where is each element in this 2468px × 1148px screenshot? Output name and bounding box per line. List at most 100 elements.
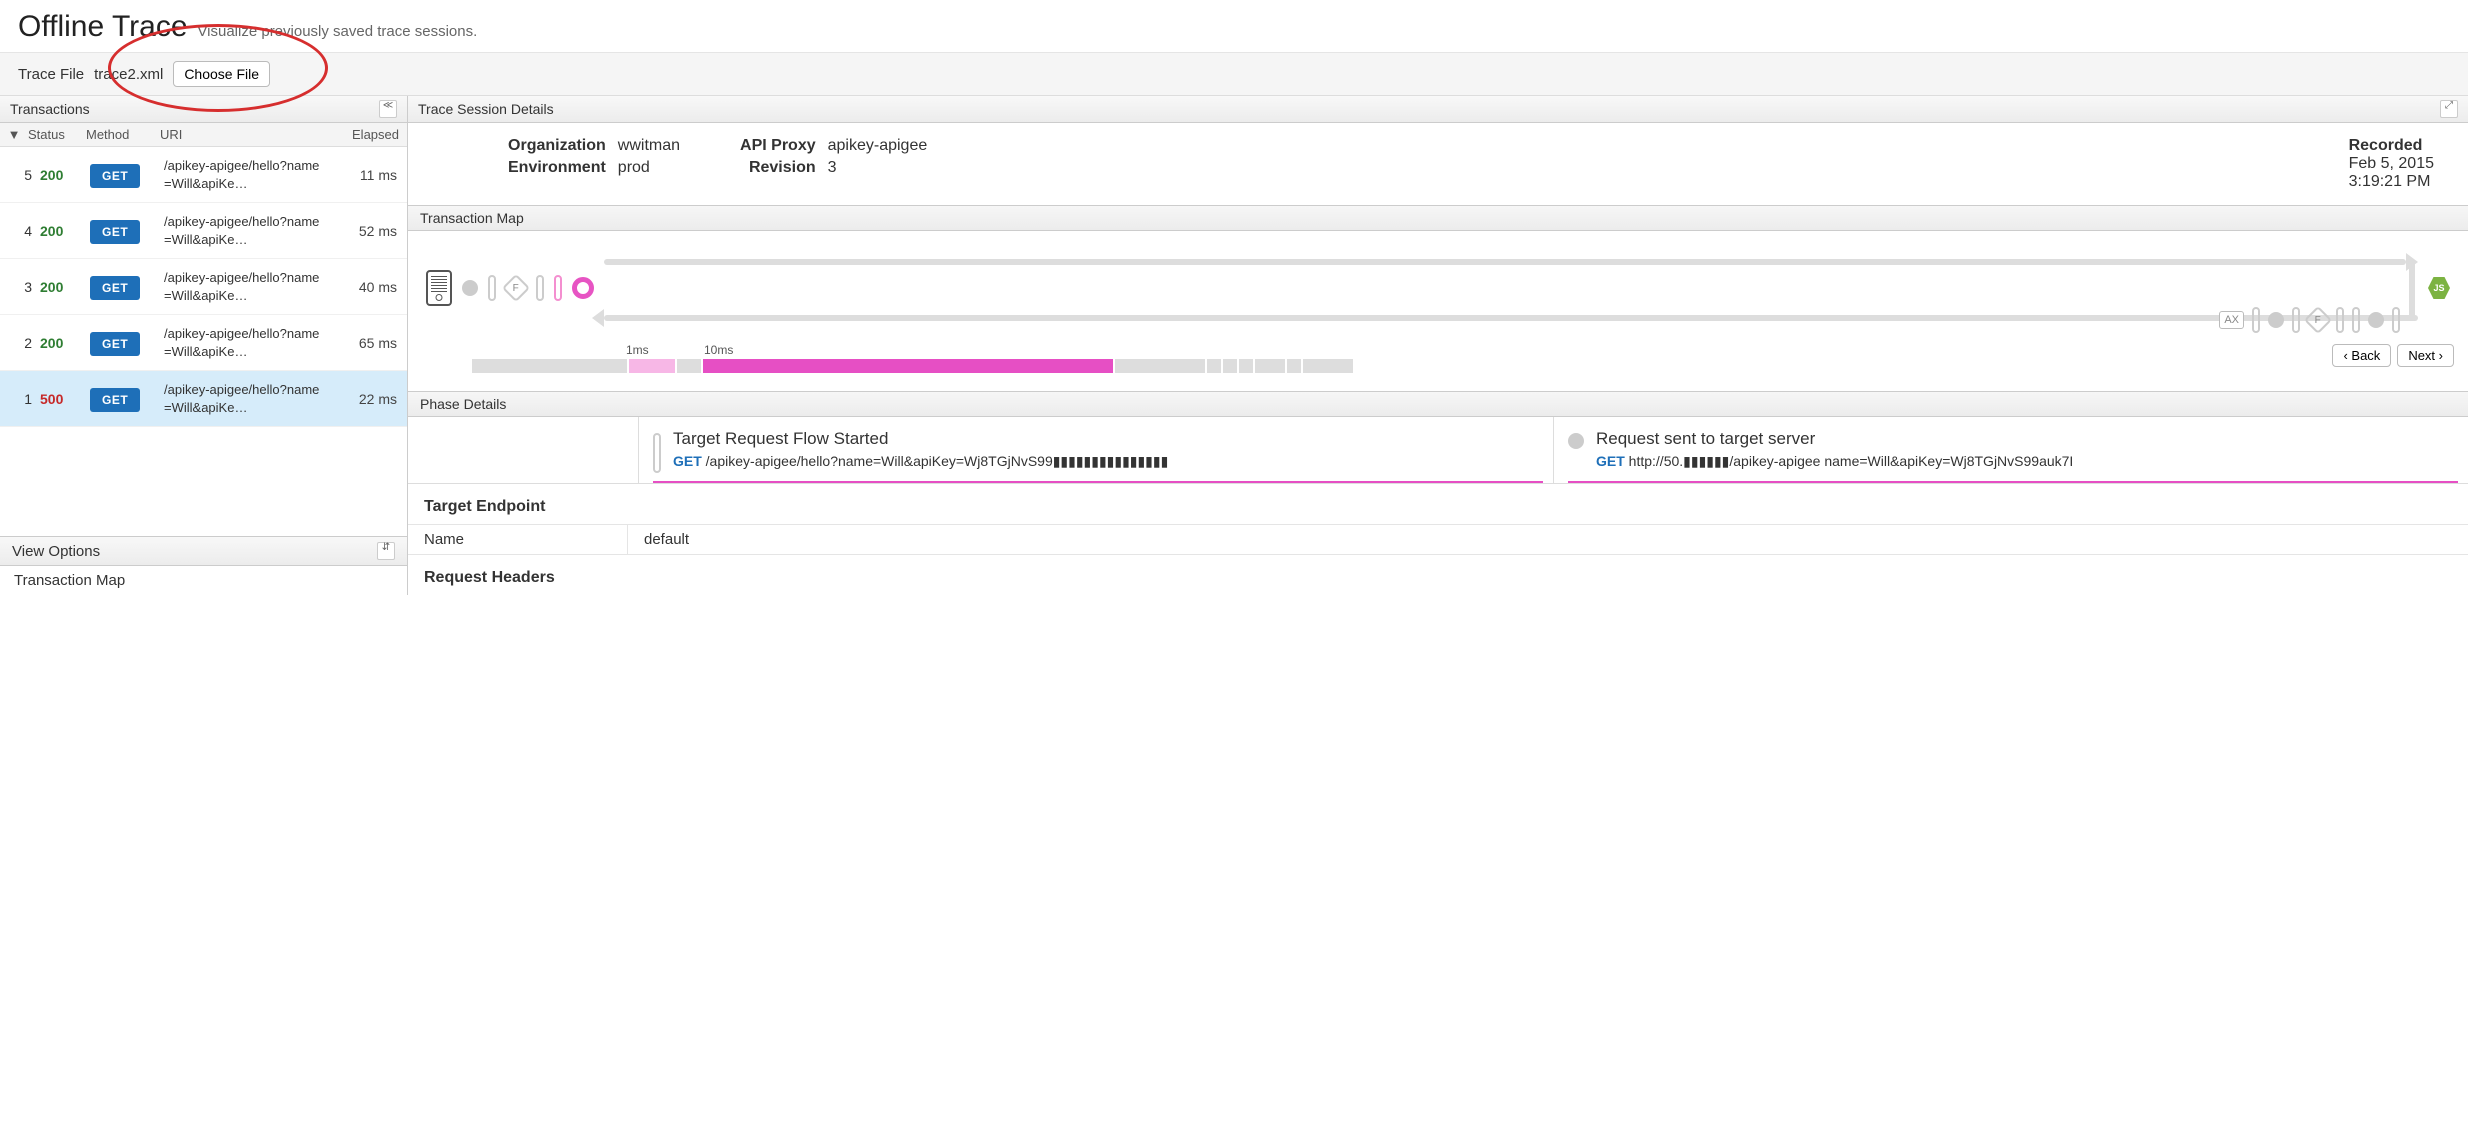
flow-node-pill[interactable] bbox=[2292, 307, 2300, 333]
method-badge: GET bbox=[90, 332, 140, 356]
session-meta: Organization wwitman Environment prod AP… bbox=[408, 123, 2468, 205]
phase-row: Target Request Flow Started GET /apikey-… bbox=[408, 417, 2468, 484]
trace-details-panel: Trace Session Details ⤢ Organization wwi… bbox=[408, 96, 2468, 595]
revision-label: Revision bbox=[740, 159, 816, 177]
sort-arrow-icon[interactable]: ▼ bbox=[0, 127, 28, 142]
trace-file-name: trace2.xml bbox=[94, 66, 163, 83]
transaction-row[interactable]: 3200GET/apikey-apigee/hello?name=Will&ap… bbox=[0, 259, 407, 315]
view-options-toggle-icon[interactable]: ⇵ bbox=[377, 542, 395, 560]
tx-status: 200 bbox=[40, 223, 90, 239]
trace-file-row: Trace File trace2.xml Choose File bbox=[0, 53, 2468, 96]
flow-node-pill[interactable] bbox=[2392, 307, 2400, 333]
tx-status: 500 bbox=[40, 391, 90, 407]
tx-method: GET bbox=[90, 279, 164, 295]
transaction-row[interactable]: 4200GET/apikey-apigee/hello?name=Will&ap… bbox=[0, 203, 407, 259]
flow-node-pill[interactable] bbox=[2252, 307, 2260, 333]
flow-node-pill[interactable] bbox=[2352, 307, 2360, 333]
flow-node-pill[interactable] bbox=[488, 275, 496, 301]
tx-status: 200 bbox=[40, 335, 90, 351]
timing-bar bbox=[472, 359, 2434, 373]
col-method[interactable]: Method bbox=[86, 127, 160, 142]
tx-num: 4 bbox=[0, 223, 40, 239]
phase-cell-request-flow[interactable]: Target Request Flow Started GET /apikey-… bbox=[638, 417, 1553, 483]
next-button[interactable]: Next › bbox=[2397, 344, 2454, 367]
flow-node-f-icon[interactable]: F bbox=[502, 274, 530, 302]
recorded-label: Recorded bbox=[2349, 137, 2434, 155]
flow-node-selected-icon[interactable] bbox=[572, 277, 594, 299]
phase-cell-target-request[interactable]: Request sent to target server GET http:/… bbox=[1553, 417, 2468, 483]
phase-url: http://50.▮▮▮▮▮▮/apikey-apigee name=Will… bbox=[1629, 453, 2074, 469]
transaction-row[interactable]: 1500GET/apikey-apigee/hello?name=Will&ap… bbox=[0, 371, 407, 427]
flow-node-dot[interactable] bbox=[462, 280, 478, 296]
timing-label-1ms: 1ms bbox=[626, 343, 649, 357]
tx-method: GET bbox=[90, 391, 164, 407]
env-label: Environment bbox=[508, 159, 606, 177]
flow-node-dot[interactable] bbox=[2368, 312, 2384, 328]
trace-file-label: Trace File bbox=[18, 66, 84, 83]
flow-line: AX F bbox=[604, 251, 2418, 325]
tx-status: 200 bbox=[40, 167, 90, 183]
col-status[interactable]: Status bbox=[28, 127, 86, 142]
request-headers-title: Request Headers bbox=[408, 555, 2468, 595]
env-value: prod bbox=[618, 159, 680, 177]
view-options-title: View Options bbox=[12, 543, 100, 560]
collapse-left-button[interactable]: ≪ bbox=[379, 100, 397, 118]
page-header: Offline Trace Visualize previously saved… bbox=[0, 0, 2468, 53]
recorded-block: Recorded Feb 5, 2015 3:19:21 PM bbox=[2349, 137, 2450, 191]
tx-elapsed: 65 ms bbox=[329, 335, 407, 351]
tx-num: 1 bbox=[0, 391, 40, 407]
tx-method: GET bbox=[90, 223, 164, 239]
kv-val: default bbox=[628, 525, 2468, 554]
transactions-panel: Transactions ≪ ▼ Status Method URI Elaps… bbox=[0, 96, 408, 595]
back-button[interactable]: ‹ Back bbox=[2332, 344, 2391, 367]
flow-node-pill-pink[interactable] bbox=[554, 275, 562, 301]
phase-method: GET bbox=[673, 453, 702, 469]
phase-method: GET bbox=[1596, 453, 1625, 469]
transactions-header-row: ▼ Status Method URI Elapsed bbox=[0, 123, 407, 147]
transactions-panel-title: Transactions bbox=[10, 101, 90, 117]
trace-details-header: Trace Session Details ⤢ bbox=[408, 96, 2468, 123]
tx-uri: /apikey-apigee/hello?name=Will&apiKe… bbox=[164, 325, 329, 360]
method-badge: GET bbox=[90, 276, 140, 300]
tx-elapsed: 40 ms bbox=[329, 279, 407, 295]
phase-url: /apikey-apigee/hello?name=Will&apiKey=Wj… bbox=[706, 453, 1169, 469]
org-value: wwitman bbox=[618, 137, 680, 155]
tx-uri: /apikey-apigee/hello?name=Will&apiKe… bbox=[164, 157, 329, 192]
flow-node-pill[interactable] bbox=[2336, 307, 2344, 333]
revision-value: 3 bbox=[828, 159, 928, 177]
col-elapsed[interactable]: Elapsed bbox=[329, 127, 407, 142]
tx-num: 5 bbox=[0, 167, 40, 183]
tx-status: 200 bbox=[40, 279, 90, 295]
client-phone-icon[interactable] bbox=[426, 270, 452, 306]
phase-dot-icon bbox=[1568, 433, 1584, 449]
page-title: Offline Trace bbox=[18, 10, 188, 44]
flow-node-ax[interactable]: AX bbox=[2219, 311, 2244, 329]
method-badge: GET bbox=[90, 388, 140, 412]
tx-uri: /apikey-apigee/hello?name=Will&apiKe… bbox=[164, 213, 329, 248]
transaction-row[interactable]: 5200GET/apikey-apigee/hello?name=Will&ap… bbox=[0, 147, 407, 203]
recorded-date: Feb 5, 2015 bbox=[2349, 155, 2434, 173]
tx-uri: /apikey-apigee/hello?name=Will&apiKe… bbox=[164, 381, 329, 416]
kv-row-name: Name default bbox=[408, 524, 2468, 555]
choose-file-button[interactable]: Choose File bbox=[173, 61, 270, 87]
transaction-row[interactable]: 2200GET/apikey-apigee/hello?name=Will&ap… bbox=[0, 315, 407, 371]
proxy-label: API Proxy bbox=[740, 137, 816, 155]
phase-details-header: Phase Details bbox=[408, 391, 2468, 417]
phase-bar-icon bbox=[653, 433, 661, 473]
flow-node-pill[interactable] bbox=[536, 275, 544, 301]
target-endpoint-title: Target Endpoint bbox=[408, 484, 2468, 524]
arrow-left-icon bbox=[592, 309, 604, 327]
tx-num: 3 bbox=[0, 279, 40, 295]
tx-uri: /apikey-apigee/hello?name=Will&apiKe… bbox=[164, 269, 329, 304]
col-uri[interactable]: URI bbox=[160, 127, 329, 142]
org-label: Organization bbox=[508, 137, 606, 155]
expand-right-button[interactable]: ⤢ bbox=[2440, 100, 2458, 118]
target-js-icon[interactable]: JS bbox=[2428, 277, 2450, 299]
view-option-transaction-map[interactable]: Transaction Map bbox=[0, 566, 407, 595]
tx-elapsed: 11 ms bbox=[329, 167, 407, 183]
flow-node-f-icon[interactable]: F bbox=[2304, 306, 2332, 334]
flow-node-dot[interactable] bbox=[2268, 312, 2284, 328]
view-options-header[interactable]: View Options ⇵ bbox=[0, 536, 407, 566]
tx-method: GET bbox=[90, 167, 164, 183]
tx-method: GET bbox=[90, 335, 164, 351]
